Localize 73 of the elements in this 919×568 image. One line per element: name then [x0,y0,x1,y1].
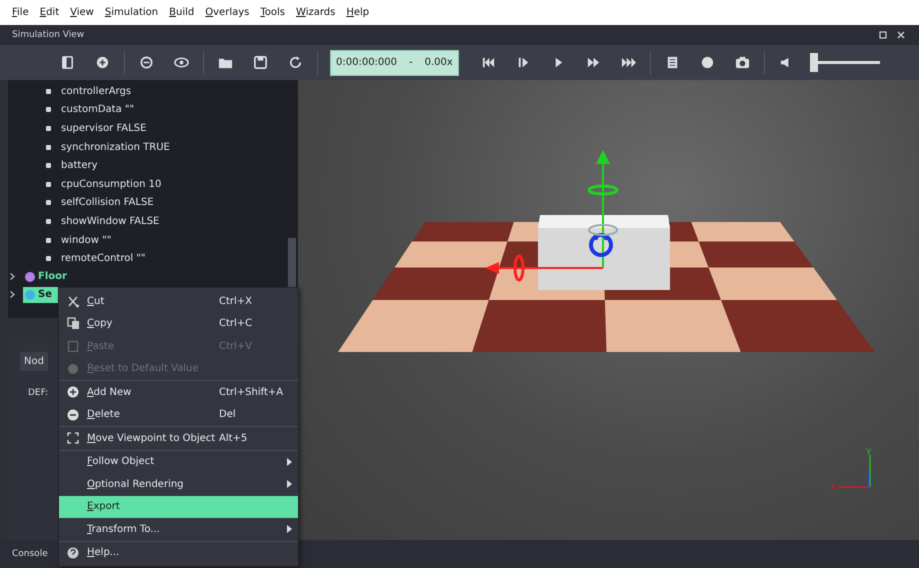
add-icon [67,386,79,398]
menu-item[interactable]: Help... [59,542,298,564]
bullet-icon [46,182,51,187]
axis-label: X [830,483,836,493]
fast-forward-icon[interactable] [586,55,601,70]
eye-icon[interactable] [174,55,189,70]
menu-item[interactable]: Cut Ctrl+X [59,290,298,312]
panel-title: Simulation View [12,30,84,40]
panel-toggle-icon[interactable] [60,55,75,70]
remove-icon [67,408,79,421]
clipboard-icon [67,340,79,352]
save-icon[interactable] [253,55,268,70]
def-label: DEF: [28,388,48,398]
tree-item[interactable]: remoteControl "" [61,253,146,264]
bullet-icon [46,107,51,112]
submenu-arrow-icon [287,458,292,466]
bullet-icon [46,144,51,150]
bullet-icon [46,200,51,206]
corner-brackets-icon [67,432,79,444]
reset-simulation-icon[interactable] [480,55,496,70]
tree-item[interactable]: synchronization TRUE [61,142,170,153]
bullet-icon [46,238,51,243]
menu-item[interactable]: Tools [260,7,286,18]
tree-item[interactable]: cpuConsumption 10 [61,178,162,190]
tree-item[interactable]: supervisor FALSE [61,122,146,134]
menu-item[interactable]: Build [169,7,194,18]
bullet-icon [46,218,51,224]
menu-item[interactable]: Wizards [296,7,336,18]
submenu-arrow-icon [287,525,292,534]
menu-item[interactable]: View [70,7,94,18]
translate-gizmo[interactable] [485,150,618,282]
record-icon[interactable] [700,55,715,70]
close-icon[interactable] [897,31,905,39]
menu-item[interactable]: Optional Rendering [59,473,298,496]
menu-item[interactable]: Move Viewpoint to Object Alt+5 [59,427,298,450]
copy-icon [66,317,80,330]
menu-item[interactable]: Overlays [205,7,250,18]
reload-icon[interactable] [288,55,303,70]
bullet-icon [46,256,51,262]
tree-item[interactable]: showWindow FALSE [61,216,160,227]
bullet-icon [46,88,51,94]
box-object[interactable] [538,215,670,290]
menu-item[interactable]: Edit [40,7,60,18]
axis-indicator [838,455,871,488]
fastest-forward-icon[interactable] [620,55,636,70]
help-icon [67,546,79,559]
bullet-icon [46,163,51,168]
menu-item[interactable]: Transform To... [59,518,298,540]
tree-item[interactable]: controllerArgs [61,86,132,97]
bullet-icon [46,126,51,131]
node-tab[interactable]: Nod [20,352,48,371]
menu-item[interactable]: Add New Ctrl+Shift+A [59,381,298,404]
menu-item[interactable]: Help [346,7,370,18]
tree-item[interactable]: selfCollision FALSE [61,197,154,208]
tree-item[interactable]: battery [61,160,98,172]
tree-item[interactable]: customData "" [61,104,134,116]
add-icon[interactable] [95,55,110,70]
circle-icon [67,362,79,375]
menu-item[interactable]: Simulation [104,7,158,18]
console-tab[interactable]: Console [12,549,48,559]
menu-item[interactable]: Export [59,496,298,518]
camera-icon[interactable] [734,55,750,70]
simulation-time-display: 0:00:00:000 - 0.00x [330,50,459,76]
menu-item[interactable]: Follow Object [59,450,298,473]
restore-icon[interactable] [879,31,887,39]
menu-item[interactable]: File [12,7,29,18]
submenu-arrow-icon [287,480,292,488]
tree-node[interactable]: Floor [23,268,69,285]
tree-item[interactable]: window "" [61,234,112,246]
menu-item[interactable]: Delete Del [59,404,298,426]
axis-label: Y [866,448,872,458]
menu-item[interactable]: Copy Ctrl+C [59,312,298,335]
scissors-icon [66,294,80,308]
